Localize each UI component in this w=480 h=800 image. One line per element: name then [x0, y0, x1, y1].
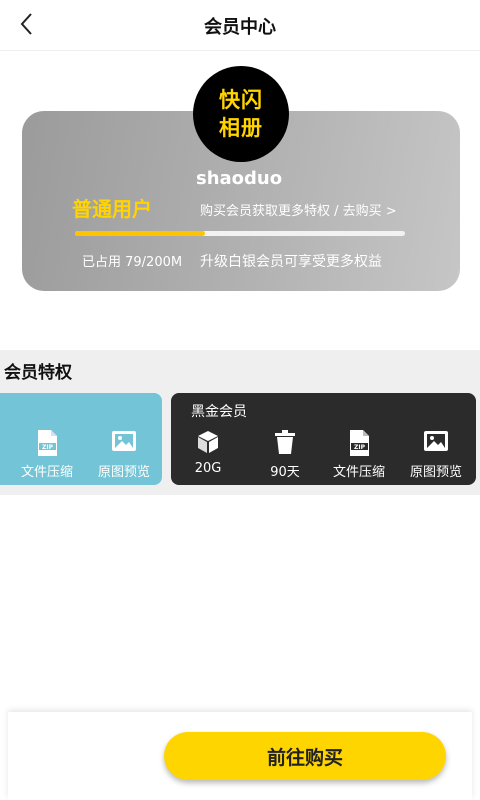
feature-label: 文件压缩 — [20, 465, 73, 480]
privileges-title: 会员特权 — [4, 363, 72, 383]
buy-membership-link[interactable]: 购买会员获取更多特权 / 去购买 > — [200, 200, 397, 219]
plan-name: 黑金会员 — [191, 404, 247, 420]
svg-text:ZIP: ZIP — [42, 444, 54, 451]
feature-original-preview: 原图预览 — [86, 429, 162, 480]
cube-icon — [170, 429, 246, 457]
feature-storage: 20G — [170, 429, 246, 476]
username: shaoduo — [196, 168, 283, 189]
image-icon — [86, 429, 162, 457]
zip-file-icon: ZIP — [9, 429, 85, 457]
logo-text-line1: 快闪 — [219, 88, 263, 112]
storage-progress-fill — [75, 231, 206, 236]
feature-original-preview: 原图预览 — [398, 429, 474, 480]
storage-progress-bar — [75, 231, 405, 236]
feature-label: 20G — [194, 461, 222, 476]
feature-label: 90天 — [270, 465, 300, 480]
black-gold-plan-card[interactable]: 黑金会员 20G 90天 ZIP 文件压缩 原图预览 — [171, 393, 476, 485]
trash-icon — [247, 429, 323, 457]
svg-text:ZIP: ZIP — [354, 444, 366, 451]
page-title: 会员中心 — [204, 17, 276, 38]
feature-file-compress: ZIP 文件压缩 — [9, 429, 85, 480]
app-logo: 快闪 相册 — [193, 66, 289, 162]
user-level-label: 普通用户 — [72, 197, 152, 221]
feature-label: 文件压缩 — [332, 465, 385, 480]
upgrade-tip-text: 升级白银会员可享受更多权益 — [200, 254, 382, 270]
silver-plan-card[interactable]: ZIP 文件压缩 原图预览 — [0, 393, 162, 485]
zip-file-icon: ZIP — [321, 429, 397, 457]
feature-label: 原图预览 — [97, 465, 150, 480]
storage-usage-text: 已占用 79/200M — [82, 255, 183, 270]
header-bar: 会员中心 — [0, 0, 480, 50]
image-icon — [398, 429, 474, 457]
feature-retention: 90天 — [247, 429, 323, 480]
feature-file-compress: ZIP 文件压缩 — [321, 429, 397, 480]
purchase-button[interactable]: 前往购买 — [164, 732, 446, 780]
logo-text-line2: 相册 — [219, 116, 263, 140]
privileges-section: 会员特权 ZIP 文件压缩 原图预览 黑金会员 20G 90天 ZIP 文件压缩… — [0, 350, 480, 495]
feature-label: 原图预览 — [409, 465, 462, 480]
